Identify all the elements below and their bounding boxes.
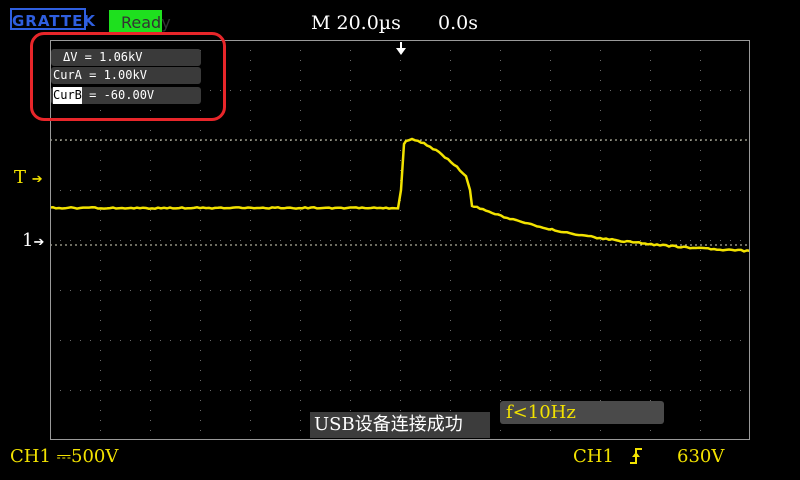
rising-edge-icon[interactable] [626, 441, 646, 469]
frequency-readout: f<10Hz [500, 401, 664, 424]
ch1-waveform-trace [50, 139, 750, 251]
right-arrow-icon: ➔ [32, 172, 43, 187]
brand-logo: GRATTEK [10, 8, 86, 30]
acquisition-status-badge: Ready [109, 10, 162, 34]
ch1-volts-per-div[interactable]: CH1 ⎓500V [10, 446, 118, 467]
trigger-marker-label: T [14, 167, 26, 188]
ch1-ground-marker: 1➔ [22, 230, 44, 251]
timebase-readout: M 20.0µs [311, 12, 401, 34]
trigger-level-readout[interactable]: 630V [677, 446, 724, 467]
trigger-source[interactable]: CH1 [573, 446, 614, 467]
right-arrow-icon: ➔ [33, 235, 44, 250]
down-arrow-icon [393, 42, 409, 56]
trigger-offset-readout: 0.0s [438, 12, 478, 34]
usb-status-message: USB设备连接成功 [310, 412, 490, 438]
ch1-marker-label: 1 [22, 230, 33, 251]
highlight-annotation [30, 32, 226, 121]
trigger-level-marker: T ➔ [14, 167, 43, 188]
